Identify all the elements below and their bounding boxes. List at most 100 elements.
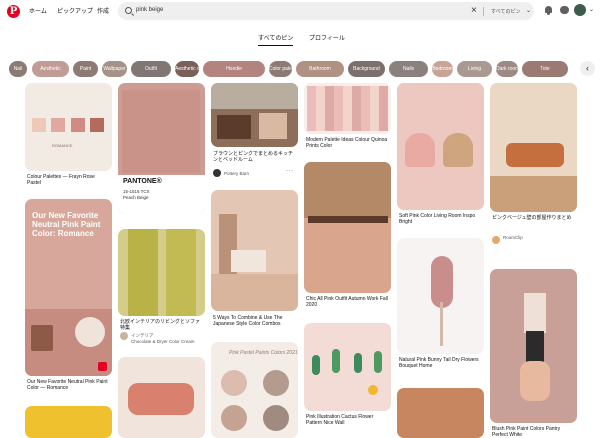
chip-item[interactable]: Bedroom xyxy=(432,61,453,77)
pin-caption[interactable]: Modern Palette Ideas Colour Quinoa Print… xyxy=(306,137,388,149)
color-swatch xyxy=(32,118,46,132)
pin-caption[interactable]: Our New Favorite Neutral Pink Paint Colo… xyxy=(27,379,109,391)
avatar[interactable] xyxy=(492,236,500,244)
floor-area xyxy=(490,176,577,212)
chevron-left-icon[interactable]: ‹ xyxy=(580,61,595,76)
pin-caption[interactable]: 5 Ways To Combine & Use The Japanese Sty… xyxy=(213,315,295,327)
avatar[interactable] xyxy=(213,169,221,177)
pin-olive-curtains[interactable] xyxy=(118,229,205,316)
brand-badge xyxy=(98,362,107,371)
bell-icon[interactable] xyxy=(543,5,554,16)
chip-item[interactable]: Nails xyxy=(389,61,428,77)
chair-shape xyxy=(443,133,473,167)
curtain-shape xyxy=(166,229,196,316)
chevron-down-icon[interactable]: ⌄ xyxy=(526,7,531,14)
pin-caption[interactable]: Colour Palettes — Frayn Rose Pastel xyxy=(27,174,109,186)
color-swatch xyxy=(221,370,247,396)
top-garment xyxy=(304,162,391,218)
pantone-brand: PANTONE® xyxy=(123,178,162,185)
nav-today[interactable]: ピックアップ xyxy=(57,6,93,15)
close-icon[interactable]: × xyxy=(471,5,477,16)
avatar[interactable] xyxy=(120,332,128,340)
pin-pink-outfit[interactable] xyxy=(304,162,391,293)
chevron-down-icon[interactable]: ⌄ xyxy=(589,6,594,13)
pin-paint-brush[interactable] xyxy=(490,269,577,423)
pin-beige-room[interactable] xyxy=(211,190,298,311)
pinterest-logo[interactable]: P xyxy=(7,5,20,18)
pin-living-room-orange[interactable] xyxy=(490,83,577,212)
pin-caption[interactable]: Natural Pink Bunny Tail Dry Flowers Bouq… xyxy=(399,357,481,369)
search-divider xyxy=(483,7,484,16)
pin-caption[interactable]: Chic All Pink Outfit Autumn Work Fall 20… xyxy=(306,296,388,308)
nav-create[interactable]: 作成 xyxy=(97,6,109,15)
cactus-shape xyxy=(354,353,362,373)
pin-yellow[interactable] xyxy=(25,406,112,438)
tab-profiles[interactable]: プロフィール xyxy=(309,33,345,42)
color-swatch xyxy=(221,405,247,431)
cactus-shape xyxy=(312,355,320,375)
chair-shape xyxy=(75,317,105,347)
pin-chair-brown[interactable] xyxy=(397,388,484,438)
more-icon[interactable]: ··· xyxy=(286,168,294,174)
pin-heading: Our New Favorite Neutral Pink Paint Colo… xyxy=(32,211,101,238)
pin-subtitle: Chocolate & Dryer Color Cream xyxy=(131,339,195,344)
window-area xyxy=(211,83,298,109)
pin-bunny-tail-flowers[interactable] xyxy=(397,238,484,354)
tab-all-pins[interactable]: すべてのピン xyxy=(258,33,294,46)
cactus-shape xyxy=(374,351,382,373)
pin-interior-brown[interactable] xyxy=(211,83,298,147)
pin-author[interactable]: RoomClip xyxy=(503,235,569,240)
chip-item[interactable]: Nail xyxy=(9,61,27,77)
filter-dropdown[interactable]: すべてのピン xyxy=(491,8,520,15)
pin-caption[interactable]: Blush Pink Paint Colors Pantry Perfect W… xyxy=(492,426,574,438)
chip-item[interactable]: Paint xyxy=(73,61,98,77)
pin-palette-romance[interactable]: ROMANCE xyxy=(25,83,112,171)
floor-area xyxy=(211,274,298,311)
flower-shape xyxy=(431,256,453,308)
pin-caption[interactable]: ブラウンとピンクでまとめるキッチンとベッドルーム xyxy=(213,151,295,163)
nav-home[interactable]: ホーム xyxy=(29,6,47,15)
pin-pink-chairs[interactable] xyxy=(397,83,484,210)
pin-pantone[interactable]: PANTONE® 15-1516 TCX Peach Beige xyxy=(118,83,205,214)
chip-item[interactable]: Tote xyxy=(522,61,568,77)
palette-title: ROMANCE xyxy=(52,143,73,148)
chip-item[interactable]: Hoodie xyxy=(203,61,265,77)
chip-item[interactable]: Color palette xyxy=(269,61,292,77)
avatar[interactable] xyxy=(574,4,586,16)
pantone-name: Peach Beige xyxy=(123,195,149,200)
pin-palette-grid[interactable] xyxy=(304,83,391,134)
pin-caption[interactable]: Pink Illustration Cactus Flower Pattern … xyxy=(306,414,388,426)
pin-caption[interactable]: 北欧インテリアのリビングとソファ特集 xyxy=(120,319,202,331)
pin-paint-colors[interactable]: Pink Pastel Paints Colors 2021 xyxy=(211,342,298,438)
pin-caption[interactable]: Soft Pink Color Living Room Inspo Bright xyxy=(399,213,481,225)
pin-neutral-pink-paint[interactable]: Our New Favorite Neutral Pink Paint Colo… xyxy=(25,199,112,376)
search-input[interactable]: pink beige xyxy=(136,7,163,13)
chip-item[interactable]: Bathroom xyxy=(296,61,344,77)
search-bar[interactable]: pink beige × すべてのピン ⌄ xyxy=(118,2,534,20)
cactus-shape xyxy=(332,349,340,373)
chip-item[interactable]: Dark room xyxy=(496,61,518,77)
chip-item[interactable]: Aesthetic wallpaper xyxy=(175,61,199,77)
pin-pink-sofa[interactable] xyxy=(118,357,205,438)
pin-cactus-illustration[interactable] xyxy=(304,323,391,411)
pantone-code: 15-1516 TCX xyxy=(123,189,150,194)
search-icon xyxy=(125,7,132,14)
chip-item[interactable]: Aesthetic xyxy=(32,61,69,77)
sofa-shape xyxy=(506,143,564,167)
chat-icon[interactable] xyxy=(559,5,570,16)
furniture-shape xyxy=(217,115,251,139)
color-swatch xyxy=(263,405,289,431)
chip-item[interactable]: Background xyxy=(348,61,385,77)
stem-shape xyxy=(440,302,443,346)
pin-heading: Pink Pastel Paints Colors 2021 xyxy=(229,350,298,356)
chip-item[interactable]: Living xyxy=(457,61,492,77)
chair-shape xyxy=(405,133,435,167)
chip-item[interactable]: Outfit xyxy=(131,61,171,77)
pin-author[interactable]: Pottery Barn xyxy=(224,171,249,176)
furniture-shape xyxy=(31,325,53,351)
flower-shape xyxy=(368,385,378,395)
pin-caption[interactable]: ピンクベージュ壁の部屋作りまとめ xyxy=(492,215,574,221)
table-shape xyxy=(231,250,266,272)
chip-item[interactable]: Wallpaper xyxy=(102,61,127,77)
pantone-color-field xyxy=(122,90,200,173)
